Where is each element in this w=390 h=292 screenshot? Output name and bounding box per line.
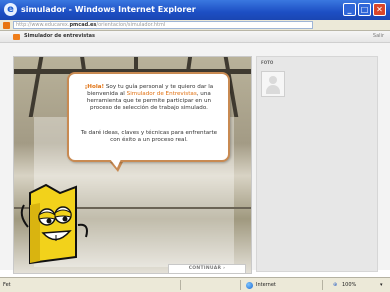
- continue-button[interactable]: CONTINUAR ›: [168, 264, 246, 274]
- avatar-placeholder: [261, 71, 285, 97]
- greeting-text: ¡Hola!: [84, 84, 105, 90]
- window-title: simulador - Windows Internet Explorer: [21, 5, 196, 14]
- status-bar: Fet Internet ⊕ 100% ▾: [0, 277, 390, 292]
- status-divider: [240, 280, 241, 290]
- photo-panel: FOTO: [256, 56, 378, 272]
- close-button[interactable]: ✕: [373, 3, 386, 16]
- app-logo-icon: [13, 34, 20, 40]
- status-text: Fet: [3, 282, 11, 288]
- app-header: Simulador de entrevistas Salir: [0, 31, 390, 43]
- url-domain: pmcad.es: [69, 22, 97, 28]
- guide-mascot-icon: [20, 183, 88, 265]
- minimize-button[interactable]: _: [343, 3, 356, 16]
- speech-bubble-tail-inner: [110, 159, 121, 168]
- welcome-paragraph: ¡Hola! Soy tu guía personal y te quiero …: [79, 84, 219, 112]
- address-bar: http://www.educarex.pmcad.es/orientacion…: [0, 20, 390, 31]
- globe-icon: [246, 282, 253, 289]
- page-favicon-icon: [3, 22, 10, 29]
- status-divider: [322, 280, 323, 290]
- zoom-icon[interactable]: ⊕: [333, 278, 337, 292]
- exit-link[interactable]: Salir: [373, 31, 384, 42]
- ie-logo-icon: e: [4, 3, 17, 16]
- avatar-head-icon: [269, 76, 277, 84]
- url-prefix: http://www.educarex.: [16, 22, 70, 28]
- url-suffix: /orientacion/simulador.html: [96, 22, 166, 28]
- speech-bubble: ¡Hola! Soy tu guía personal y te quiero …: [67, 72, 230, 162]
- status-divider: [180, 280, 181, 290]
- app-title: Simulador de entrevistas: [24, 33, 95, 39]
- photo-label: FOTO: [261, 60, 274, 65]
- security-zone: Internet: [256, 282, 276, 288]
- window-titlebar: e simulador - Windows Internet Explorer …: [0, 0, 390, 21]
- zoom-level[interactable]: 100%: [342, 278, 356, 292]
- tips-paragraph: Te daré ideas, claves y técnicas para en…: [80, 130, 218, 143]
- chevron-down-icon[interactable]: ▾: [380, 278, 383, 292]
- avatar-body-icon: [266, 85, 280, 94]
- maximize-button[interactable]: □: [358, 3, 371, 16]
- url-field[interactable]: http://www.educarex.pmcad.es/orientacion…: [13, 21, 313, 29]
- simulator-name: Simulador de Entrevistas: [126, 91, 197, 97]
